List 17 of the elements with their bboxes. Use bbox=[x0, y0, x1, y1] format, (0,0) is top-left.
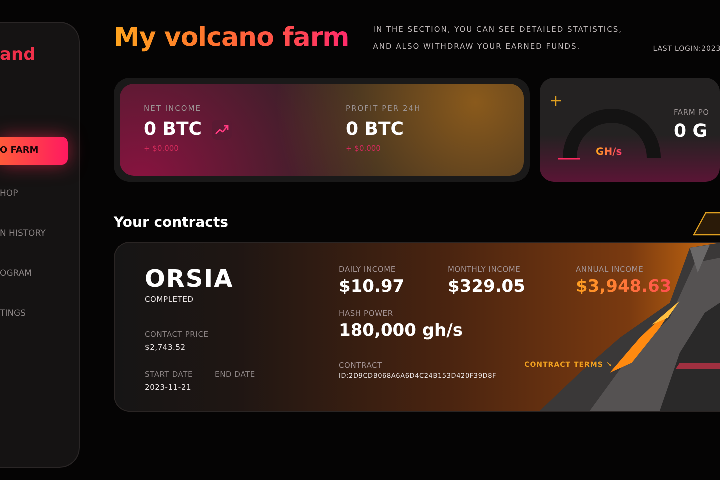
logo: and bbox=[0, 45, 37, 65]
stat-value: 0 BTC bbox=[346, 119, 404, 140]
income-value: $10.97 bbox=[339, 277, 406, 297]
page-title: My volcano farm bbox=[114, 23, 350, 53]
income-value: $329.05 bbox=[448, 277, 526, 297]
nav-item[interactable]: N HISTORY bbox=[0, 223, 68, 245]
gauge-unit: GH/s bbox=[596, 147, 622, 158]
stat-value: 0 G bbox=[674, 121, 709, 142]
contract-name: ORSIA bbox=[145, 265, 235, 293]
nav-item[interactable]: OGRAM bbox=[0, 263, 68, 285]
nav-item[interactable]: O FARM bbox=[0, 137, 68, 165]
hash-power: 180,000 gh/s bbox=[339, 321, 464, 341]
section-title: Your contracts bbox=[114, 215, 228, 231]
nav-item[interactable]: HOP bbox=[0, 183, 68, 205]
nav-item[interactable]: TINGS bbox=[0, 303, 68, 325]
plus-icon[interactable] bbox=[550, 95, 562, 107]
stat-value: 0 BTC bbox=[144, 119, 202, 140]
